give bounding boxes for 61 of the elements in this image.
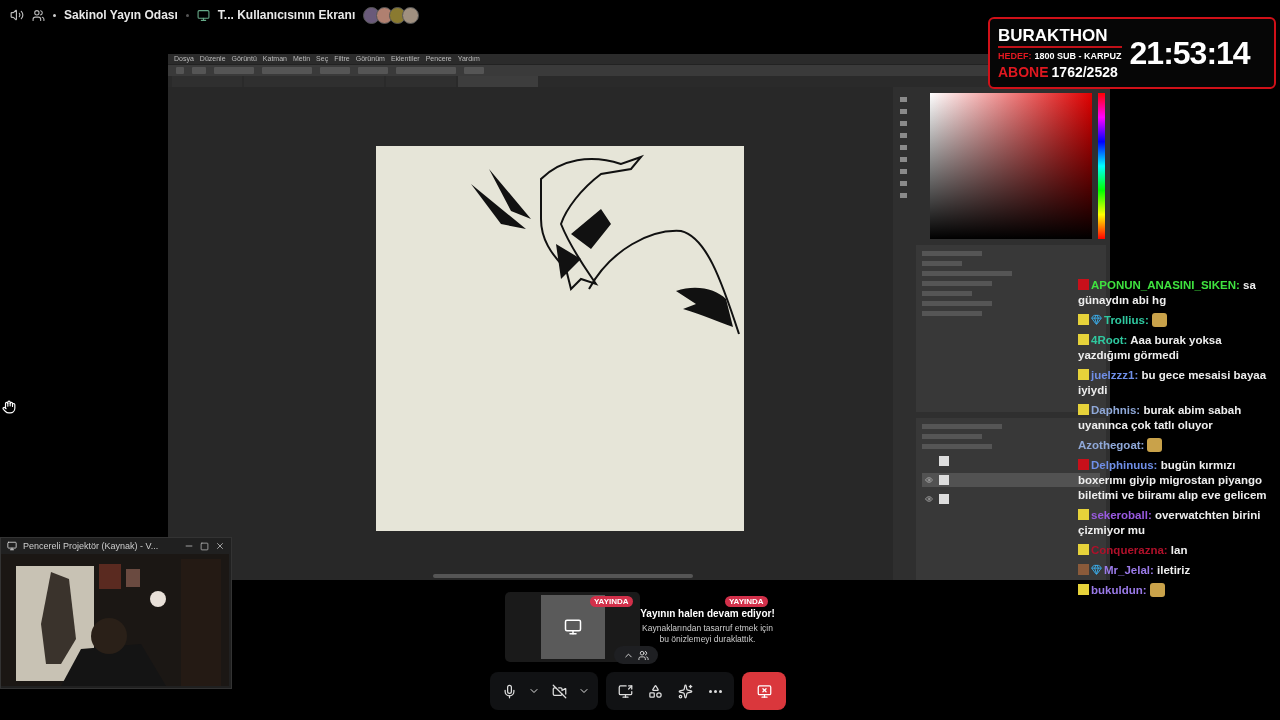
- goal-label: HEDEF:: [998, 51, 1032, 61]
- chat-badge: [1078, 279, 1089, 290]
- gem-icon: [1091, 314, 1102, 325]
- stream-title: T... Kullanıcısının Ekranı: [217, 8, 356, 22]
- stream-preview[interactable]: [505, 592, 640, 662]
- chat-badge: [1078, 544, 1089, 555]
- viewer-avatar[interactable]: [402, 6, 420, 24]
- chat-badge: [1078, 404, 1089, 415]
- server-icon: [196, 8, 210, 22]
- paused-message: Kaynaklarından tasarruf etmek için bu önizlemeyi duraklattık.: [641, 623, 774, 645]
- microphone-icon: [501, 683, 517, 699]
- chat-message: Delphinuus: bugün kırmızı boxerımı giyip migrostan piyango biletimi ve biiramı alıp eve gelicem: [1078, 458, 1268, 503]
- chat-badge: [1078, 584, 1089, 595]
- stop-stream-button[interactable]: [742, 672, 786, 710]
- subs-label: ABONE: [998, 64, 1049, 80]
- app-icon: [7, 541, 17, 551]
- chat-message: Azothegoat:: [1078, 438, 1270, 453]
- chat-badge: [1078, 564, 1089, 575]
- chat-message: Conquerazna: lan: [1078, 543, 1270, 558]
- chat-badge: [1078, 369, 1089, 380]
- chat-badge: [1078, 509, 1089, 520]
- eye-icon: [925, 495, 933, 503]
- people-icon: [638, 649, 649, 661]
- expand-popup[interactable]: [614, 646, 658, 664]
- monitor-icon: [563, 618, 582, 636]
- window-title: Pencereli Projektör (Kaynak) - V...: [23, 541, 160, 551]
- paused-title: Yayının halen devam ediyor!: [640, 608, 775, 619]
- live-badge: YAYINDA: [725, 596, 768, 607]
- shapes-icon: [647, 683, 663, 699]
- chat-message: 4Root: Aaa burak yoksa yazdığımı görmedi: [1078, 333, 1223, 363]
- scrollbar[interactable]: [433, 574, 693, 578]
- chat-message: Trollius:: [1078, 313, 1270, 328]
- screen-share-icon: [617, 683, 633, 699]
- chat-message: Mr_Jelal: iletiriz: [1078, 563, 1270, 578]
- gem-icon: [1091, 564, 1102, 575]
- group-icon: [32, 8, 45, 22]
- hand-cursor-icon: [2, 400, 16, 414]
- chat-badge: [1078, 314, 1089, 325]
- eye-icon: [925, 476, 933, 484]
- chat-message: APONUN_ANASINI_SIKEN: sa günaydın abi hg: [1078, 278, 1257, 308]
- subs-count: 1762/2528: [1051, 64, 1118, 80]
- overlay-title: BURAKTHON: [998, 26, 1122, 48]
- chat-badge: [1078, 334, 1089, 345]
- drawing-canvas[interactable]: [376, 146, 744, 531]
- more-icon: [708, 689, 722, 693]
- goal-text: 1800 SUB - KARPUZ: [1034, 51, 1122, 61]
- maximize-icon[interactable]: [200, 541, 209, 551]
- chat-message: juelzzz1: bu gece mesaisi bayaa iyiydi: [1078, 368, 1268, 398]
- color-field[interactable]: [930, 93, 1092, 239]
- channel-name: Sakinol Yayın Odası: [64, 8, 178, 22]
- chat-message: Daphnis: burak abim sabah uyanınca çok tatlı oluyor: [1078, 403, 1243, 433]
- monitor-x-icon: [756, 683, 772, 699]
- countdown-timer: 21:53:14: [1129, 34, 1250, 72]
- chat-badge: [1078, 459, 1089, 470]
- camera-off-icon: [551, 683, 567, 699]
- close-icon[interactable]: [215, 541, 225, 551]
- volume-icon[interactable]: [10, 8, 24, 22]
- chat-message: bukuldun:: [1078, 583, 1270, 598]
- sparkles-icon: [677, 683, 693, 699]
- live-badge: YAYINDA: [590, 596, 633, 607]
- chat-message: sekeroball: overwatchten birini çizmiyor mu: [1078, 508, 1262, 538]
